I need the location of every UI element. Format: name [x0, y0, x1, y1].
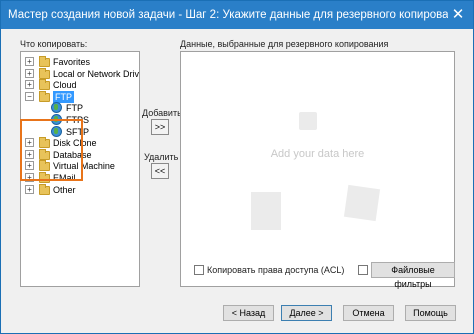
- expand-icon[interactable]: +: [25, 184, 34, 194]
- wizard-window: Мастер создания новой задачи - Шаг 2: Ук…: [0, 0, 474, 334]
- tree-node[interactable]: − FTP: [21, 90, 139, 103]
- wizard-body: Что копировать: + Favorites + Local or Netw…: [1, 29, 473, 333]
- folder-icon: [39, 79, 50, 91]
- tree-node-label: FTP: [53, 90, 74, 103]
- add-label: Добавить: [142, 108, 182, 118]
- tree-node[interactable]: + Other: [21, 183, 139, 196]
- help-button[interactable]: Помощь: [405, 305, 456, 321]
- expand-icon[interactable]: +: [25, 80, 34, 90]
- computer-icon: [299, 112, 317, 130]
- title-bar[interactable]: Мастер создания новой задачи - Шаг 2: Ук…: [1, 1, 473, 29]
- add-button[interactable]: >>: [151, 119, 169, 135]
- tree-node-label: Other: [53, 184, 76, 195]
- tree-node-label: Favorites: [53, 57, 91, 67]
- tree-node[interactable]: + Cloud: [21, 79, 139, 91]
- tree-node[interactable]: + Local or Network Drives: [21, 67, 140, 80]
- globe-icon: [51, 102, 62, 114]
- expand-icon[interactable]: +: [25, 57, 34, 66]
- collapse-icon[interactable]: −: [25, 91, 34, 101]
- file-filters-button[interactable]: Файловые фильтры: [371, 262, 455, 289]
- acl-checkbox[interactable]: [194, 265, 204, 275]
- folder-icon: [39, 56, 50, 67]
- back-button[interactable]: < Назад: [223, 305, 274, 321]
- remove-label: Удалить: [144, 152, 179, 162]
- tree-node[interactable]: FTP: [21, 102, 139, 114]
- picture-icon: [343, 184, 381, 222]
- remove-button[interactable]: <<: [151, 163, 169, 179]
- tree-node-label: Cloud: [53, 80, 77, 91]
- tree-node-label: FTP: [66, 103, 83, 114]
- document-icon: [251, 192, 281, 230]
- target-label: Данные, выбранные для резервного копиров…: [180, 39, 389, 49]
- tree-node[interactable]: + Favorites: [21, 56, 139, 68]
- filters-checkbox[interactable]: [358, 265, 368, 275]
- ftp-highlight-box: [20, 119, 83, 181]
- tree-node-label: Local or Network Drives: [53, 68, 140, 79]
- selected-data-area[interactable]: Add your data here: [180, 51, 455, 287]
- next-button[interactable]: Далее >: [281, 305, 332, 321]
- expand-icon[interactable]: +: [25, 68, 34, 78]
- folder-icon: [39, 90, 50, 102]
- source-label: Что копировать:: [20, 39, 88, 49]
- acl-label: Копировать права доступа (ACL): [207, 265, 345, 275]
- drop-placeholder: Add your data here: [270, 148, 365, 160]
- window-title: Мастер создания новой задачи - Шаг 2: Ук…: [8, 9, 448, 21]
- cancel-button[interactable]: Отмена: [343, 305, 394, 321]
- folder-icon: [39, 183, 50, 195]
- close-icon[interactable]: ✕: [449, 6, 467, 23]
- folder-icon: [39, 67, 50, 79]
